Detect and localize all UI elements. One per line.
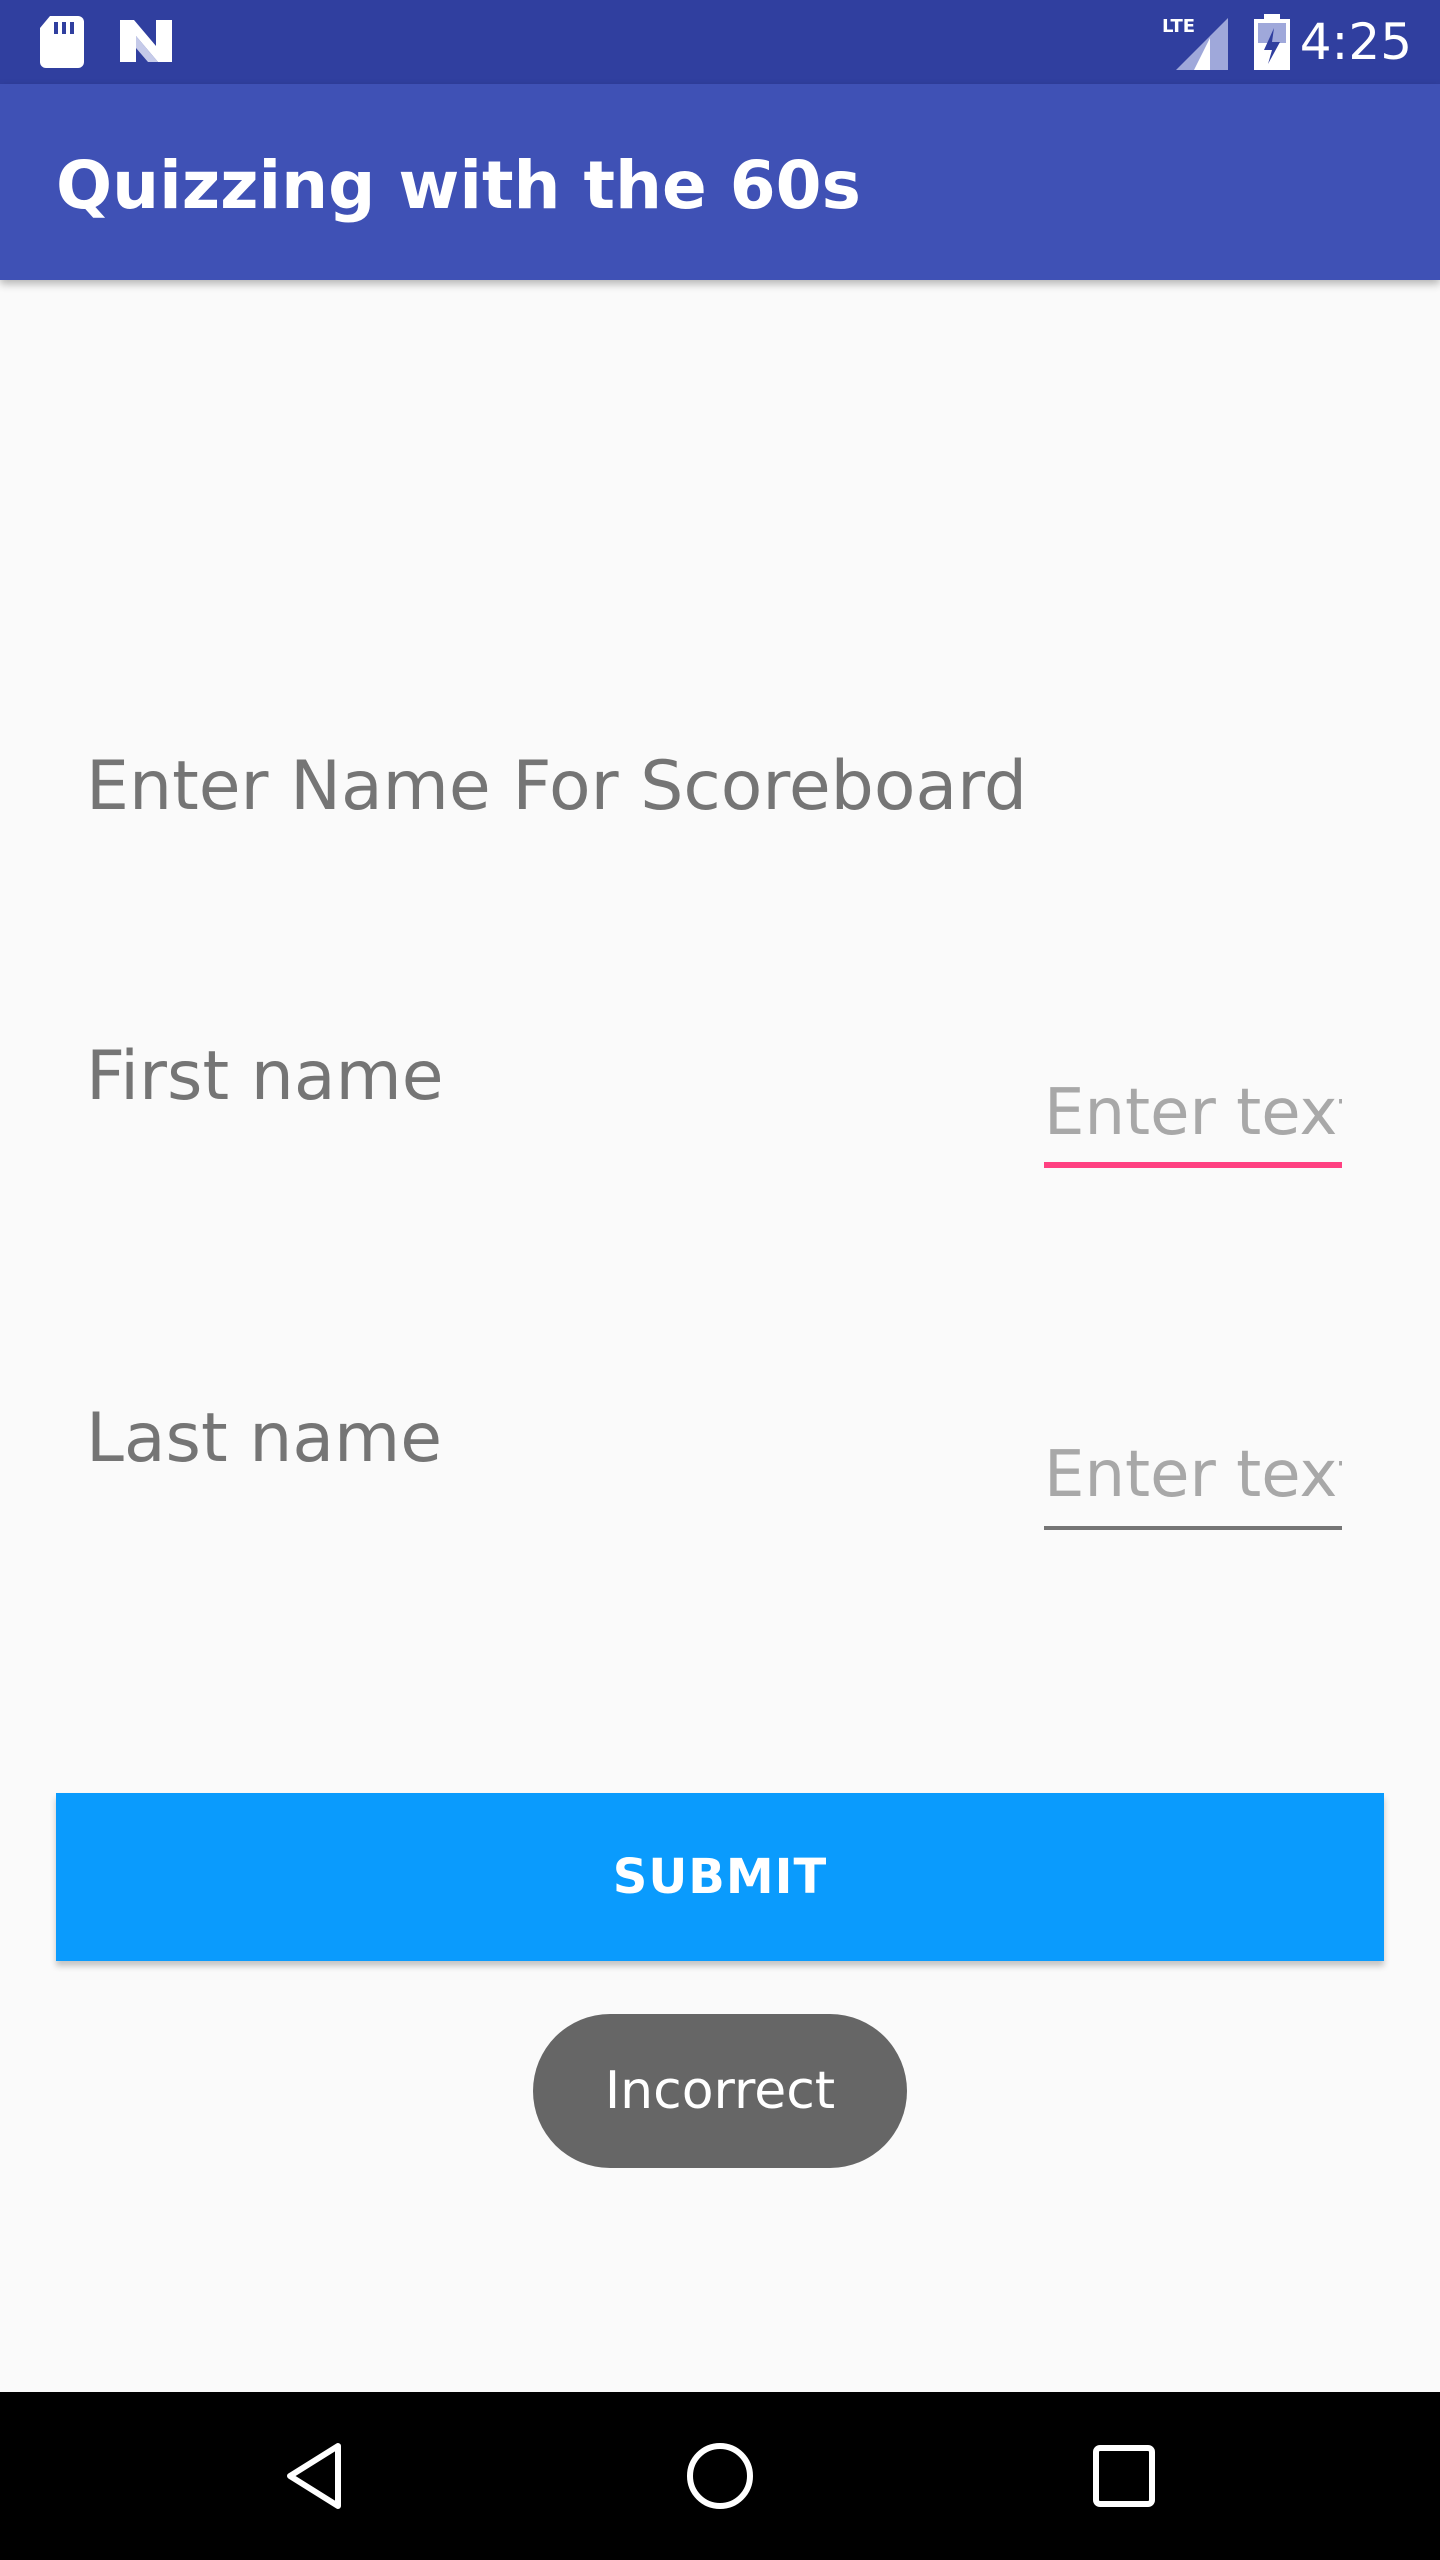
submit-button[interactable]: SUBMIT xyxy=(56,1793,1384,1961)
navigation-bar xyxy=(0,2392,1440,2560)
lte-label: LTE xyxy=(1162,16,1195,37)
recents-icon[interactable] xyxy=(1084,2436,1164,2516)
battery-charging-icon xyxy=(1254,14,1290,70)
status-bar: LTE 4:25 xyxy=(0,0,1440,84)
status-clock: 4:25 xyxy=(1299,13,1412,71)
app-bar: Quizzing with the 60s xyxy=(0,84,1440,280)
screen: LTE 4:25 Quizzing with the 60s Enter Nam… xyxy=(0,0,1440,2560)
home-icon[interactable] xyxy=(680,2436,760,2516)
first-name-input[interactable] xyxy=(1044,1072,1342,1154)
scoreboard-heading: Enter Name For Scoreboard xyxy=(86,747,1028,826)
last-name-underline xyxy=(1044,1526,1342,1530)
last-name-input[interactable] xyxy=(1044,1434,1342,1516)
n-notification-icon xyxy=(120,20,172,62)
first-name-field-wrapper xyxy=(1044,1072,1342,1168)
last-name-field-wrapper xyxy=(1044,1434,1342,1530)
lte-signal-icon: LTE xyxy=(1162,16,1228,70)
toast-message: Incorrect xyxy=(533,2014,907,2168)
sd-card-icon xyxy=(40,16,84,68)
last-name-label: Last name xyxy=(86,1399,443,1478)
back-icon[interactable] xyxy=(276,2436,356,2516)
first-name-underline xyxy=(1044,1162,1342,1168)
app-title: Quizzing with the 60s xyxy=(56,147,861,224)
first-name-label: First name xyxy=(86,1037,444,1116)
